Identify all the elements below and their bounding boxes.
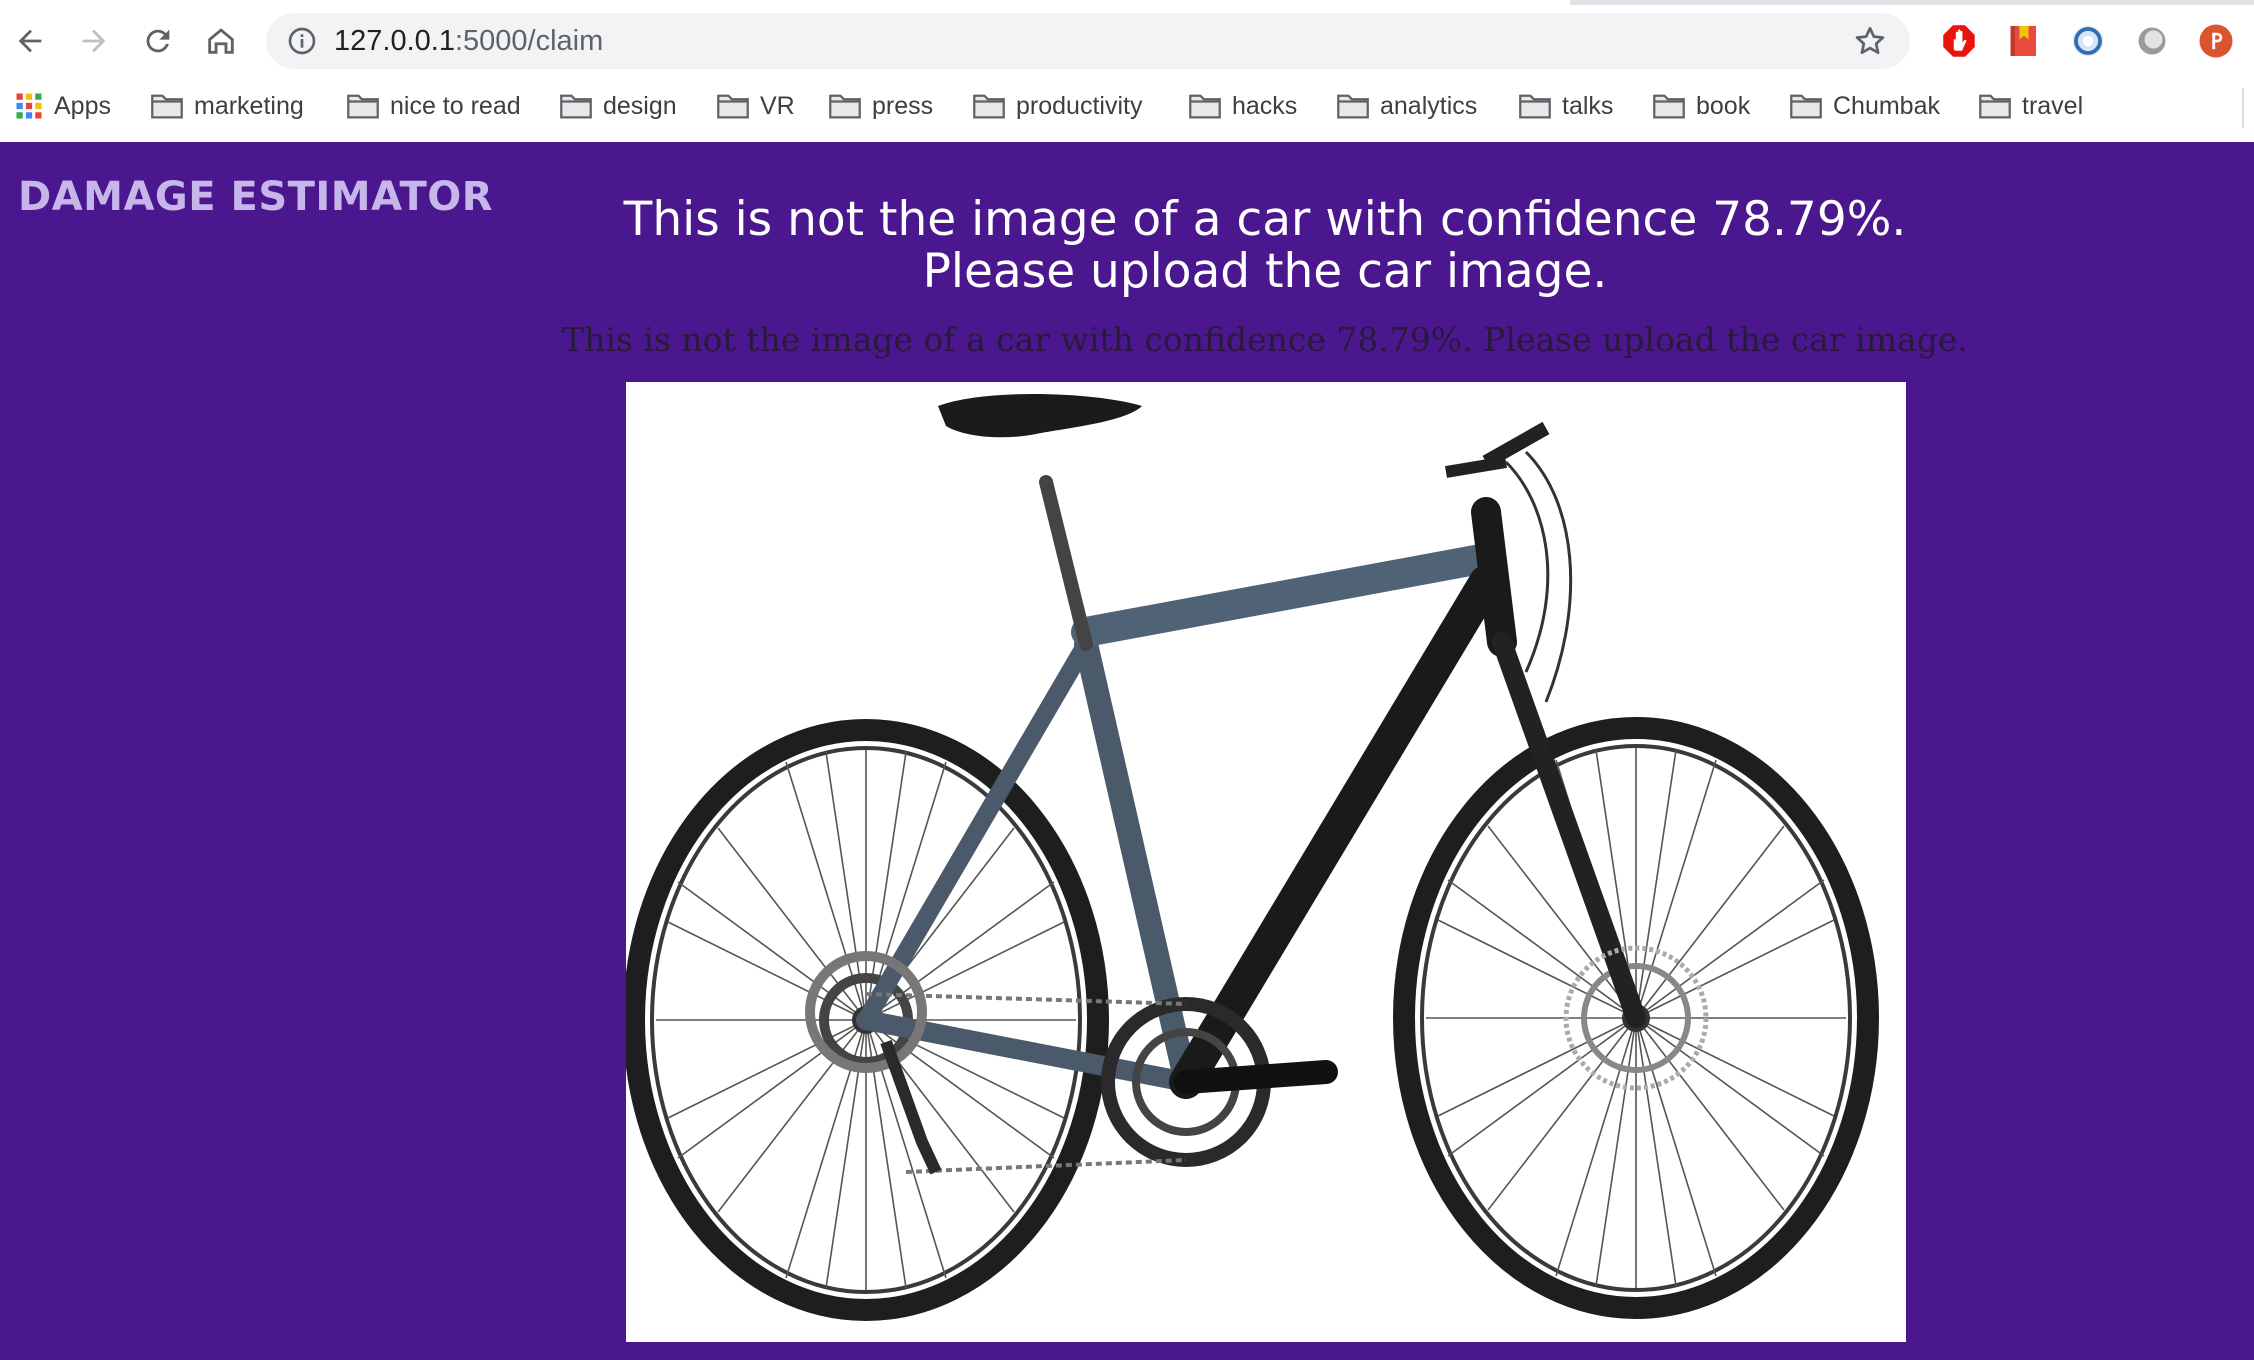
apps-grid-icon bbox=[16, 93, 42, 119]
active-tab[interactable] bbox=[0, 0, 1570, 5]
back-button[interactable] bbox=[5, 16, 55, 66]
folder-icon bbox=[973, 94, 1005, 119]
brand-title[interactable]: DAMAGE ESTIMATOR bbox=[18, 174, 493, 220]
page-content: DAMAGE ESTIMATOR This is not the image o… bbox=[0, 142, 2254, 1360]
reload-icon bbox=[146, 29, 170, 53]
bookmark-label: marketing bbox=[194, 91, 304, 120]
bookmark-label: hacks bbox=[1232, 91, 1298, 120]
bicycle-photo bbox=[626, 382, 1906, 1342]
result-message: This is not the image of a car with conf… bbox=[562, 320, 1968, 359]
bookmark-label: nice to read bbox=[390, 91, 521, 120]
bookmark-label: VR bbox=[760, 91, 795, 120]
folder-icon bbox=[717, 94, 749, 119]
bookmark-folder-nice-to-read[interactable]: nice to read bbox=[346, 84, 521, 128]
folder-icon bbox=[347, 94, 379, 119]
browser-chrome: 127.0.0.1:5000/claim Apps marketing nice… bbox=[0, 0, 2254, 142]
bookmark-label: productivity bbox=[1016, 91, 1143, 120]
reload-button[interactable] bbox=[133, 16, 183, 66]
sync-icon[interactable] bbox=[2070, 23, 2106, 59]
folder-icon bbox=[1189, 94, 1221, 119]
bookmark-folder-marketing[interactable]: marketing bbox=[150, 84, 304, 128]
info-icon[interactable] bbox=[286, 25, 318, 57]
bookmark-folder-book[interactable]: book bbox=[1652, 84, 1750, 128]
bookmark-label: book bbox=[1696, 91, 1751, 120]
bookmark-folder-hacks[interactable]: hacks bbox=[1188, 84, 1297, 128]
star-icon[interactable] bbox=[1852, 23, 1888, 59]
bookmark-folder-vr[interactable]: VR bbox=[716, 84, 795, 128]
bookmark-label: Apps bbox=[54, 91, 111, 120]
folder-icon bbox=[1519, 94, 1551, 119]
address-bar[interactable]: 127.0.0.1:5000/claim bbox=[266, 13, 1910, 69]
product-hunt-icon[interactable] bbox=[2198, 23, 2234, 59]
bookmark-folder-talks[interactable]: talks bbox=[1518, 84, 1613, 128]
folder-icon bbox=[1979, 94, 2011, 119]
arrow-left-icon bbox=[18, 29, 42, 53]
folder-icon bbox=[151, 94, 183, 119]
bookmark-manager-icon[interactable] bbox=[2006, 23, 2042, 59]
home-icon bbox=[208, 28, 234, 54]
forward-button[interactable] bbox=[69, 16, 119, 66]
bookmark-label: travel bbox=[2022, 91, 2084, 120]
bookmark-folder-design[interactable]: design bbox=[559, 84, 677, 128]
folder-icon bbox=[1653, 94, 1685, 119]
url-path: :5000/claim bbox=[454, 25, 604, 57]
adblock-icon[interactable] bbox=[1941, 23, 1977, 59]
home-button[interactable] bbox=[196, 16, 246, 66]
bookmarks-bar: Apps marketing nice to read design VR pr… bbox=[0, 84, 2254, 128]
bookmark-label: design bbox=[603, 91, 677, 120]
folder-icon bbox=[829, 94, 861, 119]
bookmarks-overflow[interactable] bbox=[2242, 88, 2254, 128]
folder-icon bbox=[560, 94, 592, 119]
bookmark-label: press bbox=[872, 91, 934, 120]
folder-icon bbox=[1790, 94, 1822, 119]
url-text[interactable]: 127.0.0.1:5000/claim bbox=[334, 24, 603, 58]
bookmark-label: Chumbak bbox=[1833, 91, 1940, 120]
arrow-right-icon bbox=[82, 29, 106, 53]
folder-icon bbox=[1337, 94, 1369, 119]
bookmark-folder-press[interactable]: press bbox=[828, 84, 933, 128]
bookmark-folder-analytics[interactable]: analytics bbox=[1336, 84, 1477, 128]
bookmark-label: analytics bbox=[1380, 91, 1478, 120]
url-host: 127.0.0.1 bbox=[334, 25, 455, 57]
bookmark-folder-travel[interactable]: travel bbox=[1978, 84, 2083, 128]
bookmark-apps[interactable]: Apps bbox=[14, 84, 111, 128]
uploaded-image bbox=[626, 382, 1906, 1342]
bookmark-folder-chumbak[interactable]: Chumbak bbox=[1789, 84, 1940, 128]
tab-strip bbox=[0, 0, 2254, 5]
result-heading: This is not the image of a car with conf… bbox=[623, 192, 1907, 299]
bookmark-folder-productivity[interactable]: productivity bbox=[972, 84, 1142, 128]
bookmark-label: talks bbox=[1562, 91, 1614, 120]
circle-extension-icon[interactable] bbox=[2134, 23, 2170, 59]
